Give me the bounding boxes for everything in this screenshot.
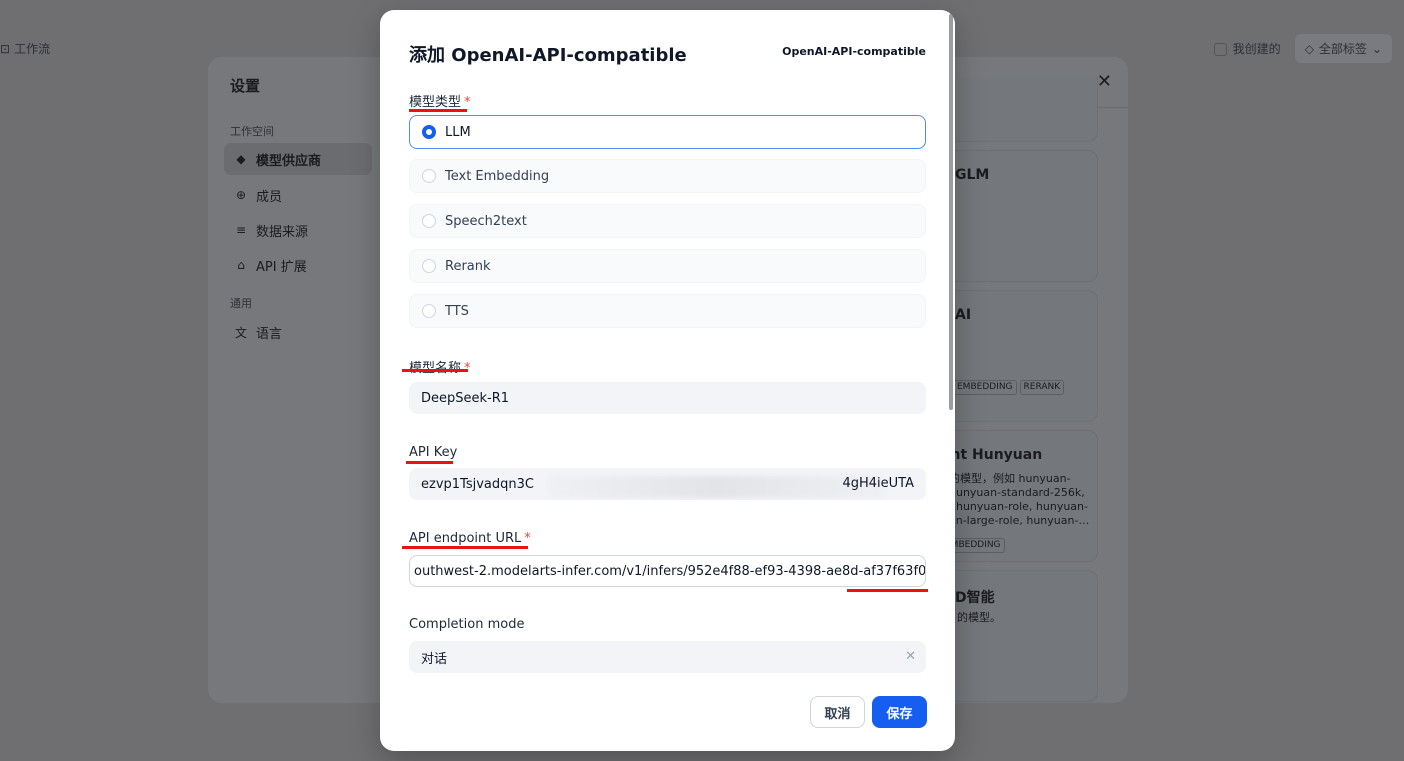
members-icon: ⊕ (235, 188, 247, 202)
extension-icon: ⌂ (237, 258, 245, 272)
sidebar-item-label: 数据来源 (256, 224, 309, 240)
filter-bar: 我创建的 ◇ 全部标签 ⌄ (1213, 34, 1392, 63)
chevron-down-icon: ⌄ (1371, 41, 1382, 56)
sidebar-item-api-extension[interactable]: ⌂ API 扩展 (224, 249, 372, 281)
workflow-label: 工作流 (14, 42, 51, 56)
radio-tts[interactable]: TTS (409, 294, 926, 328)
tag-badge: EMBEDDING (953, 380, 1017, 395)
cube-icon: ◆ (236, 152, 246, 166)
endpoint-url-input[interactable]: outhwest-2.modelarts-infer.com/v1/infers… (409, 555, 926, 587)
sidebar-item-language[interactable]: 文 语言 (224, 316, 372, 348)
radio-icon (422, 304, 436, 318)
my-created-filter[interactable]: 我创建的 (1213, 40, 1281, 57)
settings-sidebar: 设置 工作空间 ◆ 模型供应商 ⊕ 成员 ≡ 数据来源 ⌂ API 扩展 通用 … (208, 57, 380, 703)
sidebar-item-label: 成员 (256, 189, 283, 205)
sidebar-item-label: 模型供应商 (256, 153, 322, 169)
group-general: 通用 (230, 297, 252, 310)
radio-icon (422, 259, 436, 273)
radio-rerank[interactable]: Rerank (409, 249, 926, 283)
provider-label: OpenAI-API-compatible (782, 45, 926, 58)
api-key-label: API Key (409, 445, 458, 460)
model-type-label: 模型类型 * (409, 95, 471, 110)
annotation-underline (409, 109, 467, 112)
checkbox-icon (1213, 43, 1227, 56)
sidebar-item-label: 语言 (256, 326, 283, 342)
annotation-underline (402, 369, 468, 372)
radio-speech2text[interactable]: Speech2text (409, 204, 926, 238)
settings-title: 设置 (230, 77, 261, 95)
annotation-underline (847, 589, 928, 592)
group-workspace: 工作空间 (230, 125, 274, 138)
sidebar-item-data-source[interactable]: ≡ 数据来源 (224, 214, 372, 246)
radio-icon (422, 169, 436, 183)
scrollbar[interactable] (949, 14, 953, 410)
sidebar-item-members[interactable]: ⊕ 成员 (224, 179, 372, 211)
workflow-nav[interactable]: ⊡ 工作流 (0, 40, 50, 57)
tag-badge: RERANK (1019, 380, 1065, 395)
cancel-button[interactable]: 取消 (810, 696, 865, 728)
close-icon[interactable]: ✕ (1097, 71, 1112, 92)
workflow-icon: ⊡ (0, 41, 11, 56)
radio-icon (422, 214, 436, 228)
dialog-title: 添加 OpenAI-API-compatible (409, 45, 687, 66)
redaction-blur (549, 476, 884, 498)
completion-mode-label: Completion mode (409, 617, 525, 632)
completion-mode-select[interactable]: 对话 ✕ (409, 641, 926, 673)
endpoint-url-label: API endpoint URL * (409, 531, 531, 546)
radio-llm[interactable]: LLM (409, 115, 926, 149)
add-model-dialog: 添加 OpenAI-API-compatible OpenAI-API-comp… (380, 10, 955, 751)
radio-text-embedding[interactable]: Text Embedding (409, 159, 926, 193)
database-icon: ≡ (235, 223, 247, 237)
annotation-underline (406, 461, 453, 464)
tag-filter-select[interactable]: ◇ 全部标签 ⌄ (1294, 34, 1392, 63)
save-button[interactable]: 保存 (872, 696, 927, 728)
model-name-label: 模型名称* (409, 357, 471, 376)
sidebar-item-model-provider[interactable]: ◆ 模型供应商 (224, 143, 372, 175)
translate-icon: 文 (234, 325, 247, 340)
tag-icon: ◇ (1304, 41, 1314, 56)
clear-icon[interactable]: ✕ (905, 641, 916, 673)
annotation-underline (402, 546, 528, 549)
radio-selected-icon (422, 125, 436, 139)
sidebar-item-label: API 扩展 (256, 259, 307, 275)
api-key-input[interactable]: ezvp1Tsjvadqn3C 4gH4ieUTA (409, 468, 926, 500)
model-name-input[interactable]: DeepSeek-R1 (409, 382, 926, 414)
